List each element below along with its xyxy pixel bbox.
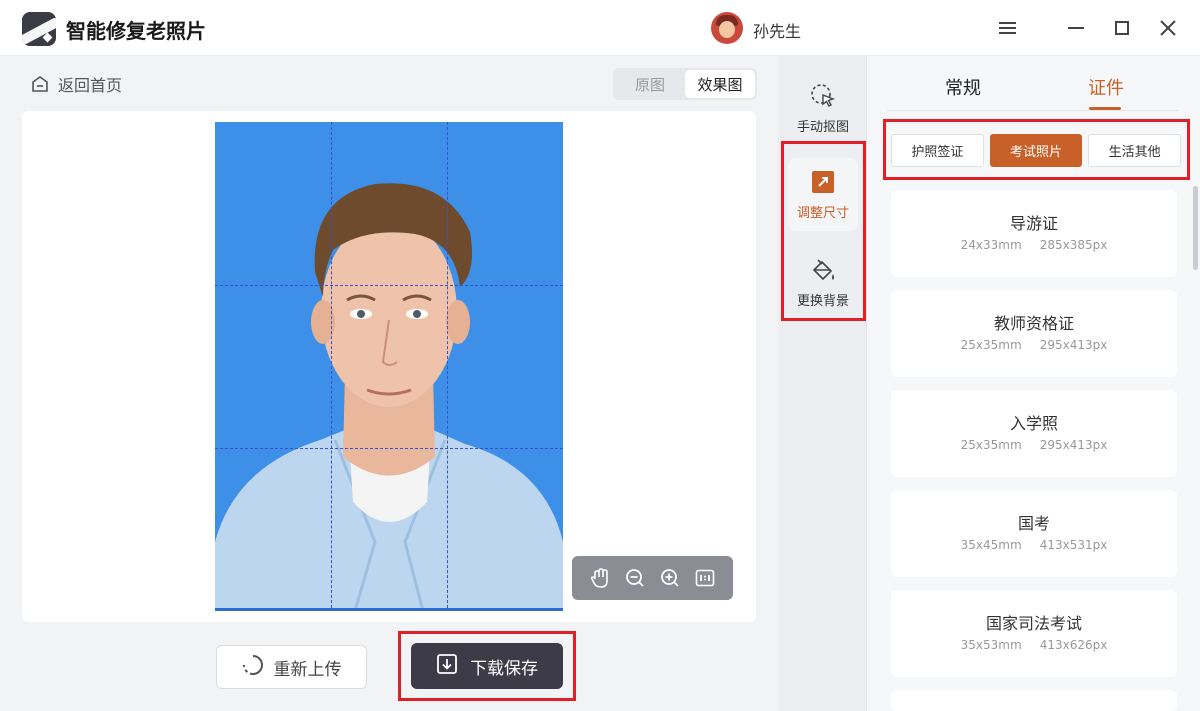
- minimize-icon[interactable]: [1062, 14, 1090, 42]
- reupload-button[interactable]: 重新上传: [216, 645, 367, 689]
- spec-card[interactable]: 入学照 25x35mm 295x413px: [891, 390, 1177, 477]
- tab-general[interactable]: 常规: [945, 74, 981, 100]
- reupload-label: 重新上传: [274, 655, 342, 680]
- download-icon: [436, 653, 458, 680]
- spec-card[interactable]: 国家司法考试 35x53mm 413x626px: [891, 590, 1177, 677]
- spec-mm: 24x33mm: [961, 238, 1022, 252]
- tab-active-indicator: [1089, 107, 1121, 110]
- user-avatar[interactable]: [711, 12, 743, 44]
- spec-card-partial[interactable]: [891, 690, 1177, 711]
- chip-exam-photo[interactable]: 考试照片: [990, 134, 1083, 167]
- tab-divider: [887, 110, 1179, 111]
- tab-id-photo[interactable]: 证件: [1088, 74, 1124, 100]
- toggle-result[interactable]: 效果图: [685, 70, 755, 98]
- tool-label: 手动抠图: [797, 116, 849, 135]
- zoom-toolbar: [572, 556, 733, 600]
- paint-bucket-icon: [809, 256, 837, 284]
- toggle-original[interactable]: 原图: [615, 70, 685, 98]
- spec-px: 295x413px: [1040, 438, 1108, 452]
- category-chips: 护照签证 考试照片 生活其他: [891, 134, 1181, 167]
- tool-label: 更换背景: [797, 290, 849, 309]
- tool-label: 调整尺寸: [797, 202, 849, 221]
- spec-mm: 25x35mm: [961, 438, 1022, 452]
- zoom-in-icon[interactable]: [658, 566, 682, 590]
- hand-icon[interactable]: [588, 566, 612, 590]
- spec-name: 国家司法考试: [891, 610, 1177, 634]
- spec-mm: 25x35mm: [961, 338, 1022, 352]
- id-photo-preview[interactable]: [215, 122, 563, 611]
- spec-mm: 35x45mm: [961, 538, 1022, 552]
- lasso-cursor-icon: [809, 82, 837, 110]
- tool-change-background[interactable]: 更换背景: [788, 256, 858, 309]
- chip-passport-visa[interactable]: 护照签证: [891, 134, 984, 167]
- spec-card[interactable]: 导游证 24x33mm 285x385px: [891, 190, 1177, 277]
- spec-card[interactable]: 教师资格证 25x35mm 295x413px: [891, 290, 1177, 377]
- refresh-icon: [242, 654, 264, 681]
- home-back-icon: [30, 74, 50, 94]
- spec-mm: 35x53mm: [961, 638, 1022, 652]
- tool-manual-cutout[interactable]: 手动抠图: [788, 82, 858, 135]
- guide-line: [331, 122, 332, 608]
- actual-size-icon[interactable]: [693, 566, 717, 590]
- chip-life-other[interactable]: 生活其他: [1088, 134, 1181, 167]
- download-label: 下载保存: [470, 654, 538, 679]
- guide-line: [215, 448, 563, 449]
- download-save-button[interactable]: 下载保存: [411, 643, 563, 689]
- app-title: 智能修复老照片: [66, 15, 206, 44]
- spec-name: 国考: [891, 510, 1177, 534]
- maximize-icon[interactable]: [1108, 14, 1136, 42]
- spec-px: 413x531px: [1040, 538, 1108, 552]
- zoom-out-icon[interactable]: [623, 566, 647, 590]
- title-bar: 智能修复老照片 孙先生: [0, 0, 1200, 56]
- spec-card[interactable]: 国考 35x45mm 413x531px: [891, 490, 1177, 577]
- resize-icon: [809, 168, 837, 196]
- guide-line: [447, 122, 448, 608]
- spec-panel: 常规 证件 护照签证 考试照片 生活其他 导游证 24x33mm 285x385p…: [866, 56, 1200, 711]
- panel-scrollbar[interactable]: [1193, 186, 1198, 270]
- spec-px: 295x413px: [1040, 338, 1108, 352]
- spec-name: 入学照: [891, 410, 1177, 434]
- spec-px: 285x385px: [1040, 238, 1108, 252]
- spec-name: 教师资格证: [891, 310, 1177, 334]
- spec-px: 413x626px: [1040, 638, 1108, 652]
- tool-sidebar: 手动抠图 调整尺寸 更换背景: [778, 56, 866, 711]
- tool-resize[interactable]: 调整尺寸: [788, 158, 858, 231]
- spec-name: 导游证: [891, 210, 1177, 234]
- portrait-image: [215, 122, 563, 611]
- back-home-link[interactable]: 返回首页: [30, 72, 122, 96]
- menu-icon[interactable]: [993, 14, 1021, 42]
- user-name[interactable]: 孙先生: [753, 18, 801, 42]
- view-toggle: 原图 效果图: [613, 68, 757, 100]
- guide-line: [215, 285, 563, 286]
- close-icon[interactable]: [1154, 14, 1182, 42]
- back-home-label: 返回首页: [58, 72, 122, 96]
- app-logo-icon: [22, 12, 56, 46]
